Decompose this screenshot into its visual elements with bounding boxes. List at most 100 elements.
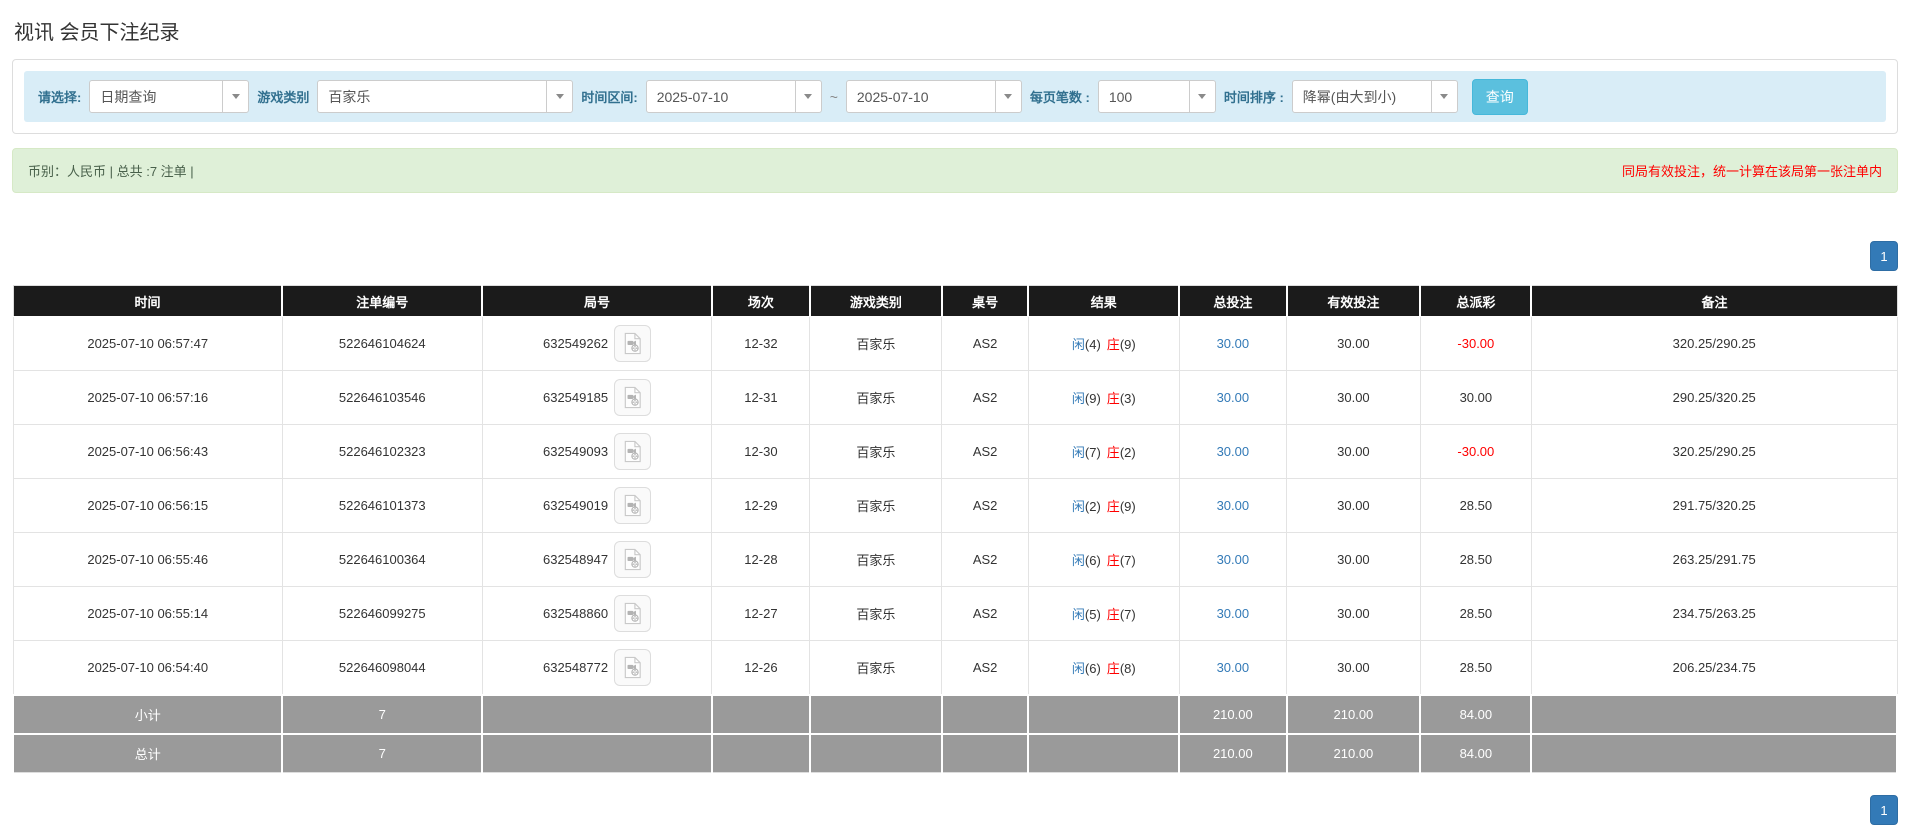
game-category: 百家乐	[810, 479, 942, 533]
video-file-icon	[621, 656, 644, 679]
video-replay-button[interactable]	[614, 433, 651, 470]
video-file-icon	[621, 440, 644, 463]
query-type-select[interactable]: 日期查询	[89, 80, 249, 113]
game-category: 百家乐	[810, 317, 942, 371]
column-header-table: 桌号	[942, 286, 1029, 317]
date-range-separator: ~	[830, 89, 838, 105]
subtotal-row: 小计 7 210.00 210.00 84.00	[13, 695, 1897, 734]
video-file-icon	[621, 332, 644, 355]
column-header-remark: 备注	[1531, 286, 1897, 317]
game-category: 百家乐	[810, 371, 942, 425]
page-title: 视讯 会员下注纪录	[12, 0, 1898, 59]
bet-id: 522646100364	[282, 533, 482, 587]
valid-bet: 30.00	[1287, 641, 1421, 695]
table-row: 2025-07-10 06:55:46 522646100364 6325489…	[13, 533, 1897, 587]
banker-result: 庄	[1107, 607, 1120, 622]
banker-result: 庄	[1107, 391, 1120, 406]
banker-result: 庄	[1107, 553, 1120, 568]
player-result: 闲	[1072, 499, 1085, 514]
round-cell: 632549262	[482, 317, 712, 371]
total-bet-link[interactable]: 30.00	[1217, 660, 1250, 675]
table-number: AS2	[942, 479, 1029, 533]
video-replay-button[interactable]	[614, 649, 651, 686]
chevron-down-icon	[795, 81, 821, 112]
search-button[interactable]: 查询	[1472, 79, 1528, 115]
subtotal-total-bet: 210.00	[1179, 695, 1286, 734]
payout: 28.50	[1420, 587, 1531, 641]
filter-bar: 请选择: 日期查询 游戏类别 百家乐 时间区间: 2025-07-10 ~ 20…	[24, 71, 1886, 122]
table-row: 2025-07-10 06:54:40 522646098044 6325487…	[13, 641, 1897, 695]
payout: 30.00	[1420, 371, 1531, 425]
bet-time: 2025-07-10 06:55:14	[13, 587, 282, 641]
pagination-bottom: 1	[12, 795, 1898, 825]
total-bet-link[interactable]: 30.00	[1217, 390, 1250, 405]
table-number: AS2	[942, 641, 1029, 695]
date-to-value: 2025-07-10	[847, 81, 995, 112]
bet-time: 2025-07-10 06:57:16	[13, 371, 282, 425]
page-1-button[interactable]: 1	[1870, 795, 1898, 825]
total-bet-link[interactable]: 30.00	[1217, 444, 1250, 459]
video-file-icon	[621, 548, 644, 571]
table-header: 时间 注单编号 局号 场次 游戏类别 桌号 结果 总投注 有效投注 总派彩 备注	[13, 286, 1897, 317]
round-cell: 632548947	[482, 533, 712, 587]
session: 12-31	[712, 371, 810, 425]
page-size-label: 每页笔数 :	[1030, 87, 1090, 106]
video-replay-button[interactable]	[614, 379, 651, 416]
chevron-down-icon	[1431, 81, 1457, 112]
banker-result: 庄	[1107, 337, 1120, 352]
total-label: 总计	[13, 734, 282, 773]
subtotal-label: 小计	[13, 695, 282, 734]
game-category: 百家乐	[810, 425, 942, 479]
bet-id: 522646099275	[282, 587, 482, 641]
pagination-top: 1	[12, 241, 1898, 271]
player-result: 闲	[1072, 391, 1085, 406]
column-header-valid-bet: 有效投注	[1287, 286, 1421, 317]
total-bet-link[interactable]: 30.00	[1217, 498, 1250, 513]
column-header-game: 游戏类别	[810, 286, 942, 317]
game-category: 百家乐	[810, 587, 942, 641]
result-cell: 闲(6)庄(7)	[1028, 533, 1179, 587]
valid-bet: 30.00	[1287, 371, 1421, 425]
total-bet-link[interactable]: 30.00	[1217, 552, 1250, 567]
banker-result: 庄	[1107, 445, 1120, 460]
table-row: 2025-07-10 06:56:43 522646102323 6325490…	[13, 425, 1897, 479]
payout: -30.00	[1420, 425, 1531, 479]
game-category-select[interactable]: 百家乐	[317, 80, 573, 113]
round-id: 632549019	[543, 498, 608, 513]
video-replay-button[interactable]	[614, 325, 651, 362]
time-order-select[interactable]: 降幂(由大到小)	[1292, 80, 1458, 113]
total-payout: 84.00	[1420, 734, 1531, 773]
summary-bar: 币别：人民币 | 总共 :7 注单 | 同局有效投注，统一计算在该局第一张注单内	[12, 148, 1898, 193]
total-row: 总计 7 210.00 210.00 84.00	[13, 734, 1897, 773]
page-1-button[interactable]: 1	[1870, 241, 1898, 271]
page: 视讯 会员下注纪录 请选择: 日期查询 游戏类别 百家乐 时间区间: 2025-…	[0, 0, 1910, 825]
filter-panel: 请选择: 日期查询 游戏类别 百家乐 时间区间: 2025-07-10 ~ 20…	[12, 59, 1898, 134]
video-replay-button[interactable]	[614, 541, 651, 578]
video-replay-button[interactable]	[614, 487, 651, 524]
table-number: AS2	[942, 371, 1029, 425]
chevron-down-icon	[1189, 81, 1215, 112]
total-bet-link[interactable]: 30.00	[1217, 606, 1250, 621]
table-row: 2025-07-10 06:56:15 522646101373 6325490…	[13, 479, 1897, 533]
date-to-select[interactable]: 2025-07-10	[846, 80, 1022, 113]
page-size-select[interactable]: 100	[1098, 80, 1216, 113]
table-row: 2025-07-10 06:57:16 522646103546 6325491…	[13, 371, 1897, 425]
total-bet-link[interactable]: 30.00	[1217, 336, 1250, 351]
column-header-session: 场次	[712, 286, 810, 317]
table-body: 2025-07-10 06:57:47 522646104624 6325492…	[13, 317, 1897, 695]
video-replay-button[interactable]	[614, 595, 651, 632]
table-number: AS2	[942, 317, 1029, 371]
valid-bet: 30.00	[1287, 317, 1421, 371]
bet-time: 2025-07-10 06:55:46	[13, 533, 282, 587]
session: 12-26	[712, 641, 810, 695]
bet-time: 2025-07-10 06:56:15	[13, 479, 282, 533]
date-from-select[interactable]: 2025-07-10	[646, 80, 822, 113]
column-header-time: 时间	[13, 286, 282, 317]
bet-id: 522646104624	[282, 317, 482, 371]
player-result: 闲	[1072, 553, 1085, 568]
remark: 206.25/234.75	[1531, 641, 1897, 695]
round-cell: 632548772	[482, 641, 712, 695]
game-category-value: 百家乐	[318, 81, 546, 112]
table-number: AS2	[942, 533, 1029, 587]
round-id: 632548860	[543, 606, 608, 621]
